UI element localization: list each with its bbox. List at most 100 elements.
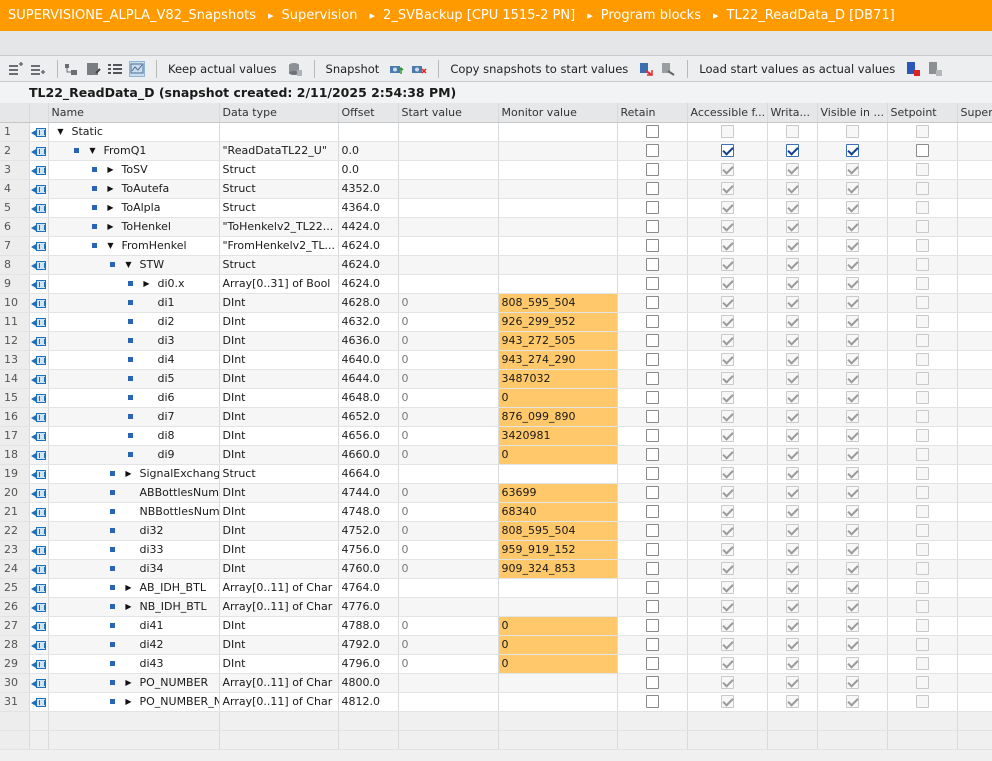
- checkbox-checked[interactable]: [845, 334, 859, 348]
- checkbox[interactable]: [645, 467, 659, 481]
- checkbox[interactable]: [645, 429, 659, 443]
- insert-row-icon[interactable]: [8, 61, 24, 77]
- checkbox[interactable]: [645, 277, 659, 291]
- table-row[interactable]: 21 NBBottlesNum...DInt4748.0068340: [0, 502, 992, 522]
- table-row[interactable]: 26 ▶ NB_IDH_BTL Array[0..11] of Char 4776.0: [0, 597, 992, 617]
- name-cell[interactable]: ▼ FromQ1: [48, 141, 220, 161]
- accessible-cell[interactable]: [687, 559, 768, 579]
- accessible-cell[interactable]: [687, 141, 768, 161]
- accessible-cell[interactable]: [687, 179, 768, 199]
- column-header-accessible[interactable]: Accessible f...: [687, 103, 768, 123]
- name-cell[interactable]: di1: [48, 293, 220, 313]
- retain-cell[interactable]: [617, 559, 688, 579]
- expand-triangle-icon[interactable]: ▶: [124, 469, 134, 478]
- table-row[interactable]: 1 ▼ Static: [0, 122, 992, 142]
- monitor-value-cell[interactable]: [498, 274, 618, 294]
- visible-cell[interactable]: [817, 388, 888, 408]
- checkbox[interactable]: [645, 296, 659, 310]
- accessible-cell[interactable]: [687, 369, 768, 389]
- checkbox-checked[interactable]: [720, 505, 734, 519]
- table-row[interactable]: 9 ▶ di0.x Array[0..31] of Bool 4624.0: [0, 274, 992, 294]
- checkbox[interactable]: [915, 676, 929, 690]
- monitor-value-cell[interactable]: 909_324_853: [498, 559, 618, 579]
- visible-cell[interactable]: [817, 578, 888, 598]
- checkbox[interactable]: [915, 562, 929, 576]
- checkbox[interactable]: [645, 239, 659, 253]
- checkbox-checked[interactable]: [785, 619, 799, 633]
- table-row[interactable]: 11 di2 DInt 4632.0 0 926_299_952: [0, 312, 992, 332]
- retain-cell[interactable]: [617, 331, 688, 351]
- monitor-value-cell[interactable]: 68340: [498, 502, 618, 522]
- checkbox-checked[interactable]: [720, 467, 734, 481]
- checkbox-checked[interactable]: [720, 486, 734, 500]
- column-header-data-type[interactable]: Data type: [219, 103, 339, 123]
- visible-cell[interactable]: [817, 293, 888, 313]
- data-type-cell[interactable]: DInt: [219, 521, 339, 541]
- checkbox-checked[interactable]: [845, 239, 859, 253]
- visible-cell[interactable]: [817, 331, 888, 351]
- checkbox-checked[interactable]: [720, 372, 734, 386]
- monitor-value-cell[interactable]: 959_919_152: [498, 540, 618, 560]
- collapse-triangle-icon[interactable]: ▼: [56, 127, 66, 136]
- setpoint-cell[interactable]: [887, 635, 958, 655]
- setpoint-cell[interactable]: [887, 179, 958, 199]
- visible-cell[interactable]: [817, 312, 888, 332]
- collapse-triangle-icon[interactable]: ▼: [106, 241, 116, 250]
- retain-cell[interactable]: [617, 122, 688, 142]
- checkbox-checked[interactable]: [720, 353, 734, 367]
- data-type-cell[interactable]: Struct: [219, 179, 339, 199]
- setpoint-cell[interactable]: [887, 198, 958, 218]
- checkbox[interactable]: [915, 334, 929, 348]
- checkbox-checked[interactable]: [845, 581, 859, 595]
- start-value-cell[interactable]: [398, 217, 499, 237]
- name-cell[interactable]: ▶ SignalExchange: [48, 464, 220, 484]
- checkbox-checked[interactable]: [785, 296, 799, 310]
- checkbox-checked[interactable]: [785, 676, 799, 690]
- table-row[interactable]: 20 ABBottlesNum...DInt4744.0063699: [0, 483, 992, 503]
- data-type-cell[interactable]: DInt: [219, 540, 339, 560]
- start-value-cell[interactable]: 0: [398, 426, 499, 446]
- checkbox-checked[interactable]: [845, 144, 859, 158]
- checkbox-checked[interactable]: [720, 676, 734, 690]
- setpoint-cell[interactable]: [887, 255, 958, 275]
- writable-cell[interactable]: [767, 293, 818, 313]
- start-value-cell[interactable]: 0: [398, 654, 499, 674]
- checkbox-checked[interactable]: [720, 258, 734, 272]
- accessible-cell[interactable]: [687, 654, 768, 674]
- checkbox-checked[interactable]: [845, 277, 859, 291]
- retain-cell[interactable]: [617, 160, 688, 180]
- checkbox-checked[interactable]: [845, 315, 859, 329]
- start-value-cell[interactable]: 0: [398, 616, 499, 636]
- checkbox[interactable]: [645, 562, 659, 576]
- table-row[interactable]: 14 di5 DInt 4644.0 0 3487032: [0, 369, 992, 389]
- monitor-all-icon[interactable]: [129, 60, 145, 77]
- accessible-cell[interactable]: [687, 597, 768, 617]
- expand-triangle-icon[interactable]: ▶: [106, 203, 116, 212]
- retain-cell[interactable]: [617, 369, 688, 389]
- checkbox-checked[interactable]: [720, 315, 734, 329]
- data-type-cell[interactable]: Array[0..11] of Char: [219, 692, 339, 712]
- checkbox-checked[interactable]: [785, 258, 799, 272]
- writable-cell[interactable]: [767, 464, 818, 484]
- accessible-cell[interactable]: [687, 464, 768, 484]
- monitor-value-cell[interactable]: [498, 673, 618, 693]
- checkbox-checked[interactable]: [845, 524, 859, 538]
- retain-cell[interactable]: [617, 388, 688, 408]
- writable-cell[interactable]: [767, 635, 818, 655]
- checkbox-checked[interactable]: [720, 600, 734, 614]
- writable-cell[interactable]: [767, 616, 818, 636]
- data-type-cell[interactable]: Array[0..31] of Bool: [219, 274, 339, 294]
- breadcrumb-item[interactable]: Program blocks: [601, 8, 701, 23]
- checkbox[interactable]: [915, 182, 929, 196]
- checkbox[interactable]: [645, 486, 659, 500]
- monitor-value-cell[interactable]: [498, 578, 618, 598]
- name-cell[interactable]: di43: [48, 654, 220, 674]
- accessible-cell[interactable]: [687, 445, 768, 465]
- checkbox[interactable]: [915, 353, 929, 367]
- checkbox-checked[interactable]: [720, 562, 734, 576]
- expand-triangle-icon[interactable]: ▶: [124, 583, 134, 592]
- checkbox[interactable]: [645, 391, 659, 405]
- checkbox-checked[interactable]: [785, 448, 799, 462]
- visible-cell[interactable]: [817, 502, 888, 522]
- data-type-cell[interactable]: DInt: [219, 312, 339, 332]
